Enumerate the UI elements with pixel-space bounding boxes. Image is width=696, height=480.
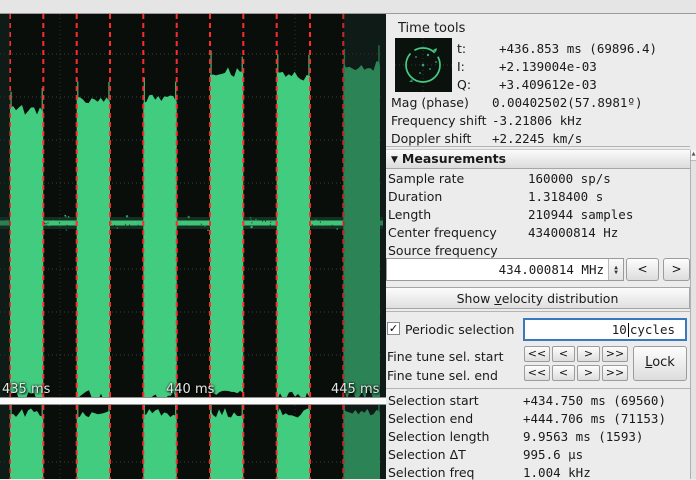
selection-delta-t-label: Selection ΔT bbox=[388, 447, 466, 462]
fine-tune-end-fast-left-button[interactable]: << bbox=[524, 365, 550, 381]
button-label-part: Show bbox=[457, 291, 495, 306]
panel-splitter[interactable] bbox=[0, 397, 386, 405]
fine-tune-end-right-button[interactable]: > bbox=[577, 365, 600, 381]
q-value: +3.409612e-03 bbox=[499, 77, 597, 92]
doppler-shift-value: +2.2245 km/s bbox=[492, 131, 582, 146]
button-mnemonic: v bbox=[494, 291, 501, 306]
fine-tune-start-label: Fine tune sel. start bbox=[387, 349, 504, 364]
fine-tune-start-left-button[interactable]: < bbox=[552, 346, 575, 362]
selection-end-value: +444.706 ms (71153) bbox=[523, 411, 666, 426]
cycles-input[interactable]: 10 cycles bbox=[523, 318, 687, 341]
doppler-shift-label: Doppler shift bbox=[391, 131, 471, 146]
waveform-area: 435 ms 440 ms 445 ms bbox=[0, 14, 386, 479]
selection-start-label: Selection start bbox=[388, 393, 479, 408]
sample-rate-value: 160000 sp/s bbox=[528, 171, 611, 186]
frequency-shift-label: Frequency shift bbox=[391, 113, 487, 128]
frequency-shift-value: -3.21806 kHz bbox=[492, 113, 582, 128]
lock-button[interactable]: Lock bbox=[633, 346, 687, 381]
button-label-part: elocity distribution bbox=[502, 291, 619, 306]
selection-length-label: Selection length bbox=[388, 429, 489, 444]
measurements-section-header[interactable]: ▼ Measurements bbox=[386, 149, 690, 169]
selection-length-value: 9.9563 ms (1593) bbox=[523, 429, 643, 444]
spinner-arrows-icon[interactable]: ▲ ▼ bbox=[608, 259, 623, 280]
duration-value: 1.318400 s bbox=[528, 189, 603, 204]
show-velocity-distribution-button[interactable]: Show velocity distribution bbox=[386, 287, 690, 309]
frequency-next-button[interactable]: > bbox=[663, 258, 690, 281]
collapse-arrow-icon: ▼ bbox=[391, 155, 398, 165]
i-value: +2.139004e-03 bbox=[499, 59, 597, 74]
length-label: Length bbox=[388, 207, 431, 222]
time-axis-label: 435 ms bbox=[2, 382, 50, 397]
spin-down-icon[interactable]: ▼ bbox=[614, 270, 618, 275]
separator bbox=[386, 388, 690, 389]
q-label: Q: bbox=[457, 77, 471, 92]
fine-tune-end-fast-right-button[interactable]: >> bbox=[602, 365, 628, 381]
window-top-strip bbox=[0, 0, 696, 14]
waveform-panel-main[interactable]: 435 ms 440 ms 445 ms bbox=[0, 14, 386, 397]
frequency-prev-button[interactable]: < bbox=[626, 258, 659, 281]
separator bbox=[386, 146, 690, 147]
text-cursor bbox=[628, 323, 629, 337]
center-frequency-label: Center frequency bbox=[388, 225, 497, 240]
periodic-selection-checkbox[interactable]: ✓ bbox=[387, 322, 400, 335]
sample-rate-label: Sample rate bbox=[388, 171, 464, 186]
fine-tune-start-fast-left-button[interactable]: << bbox=[524, 346, 550, 362]
length-value: 210944 samples bbox=[528, 207, 633, 222]
time-axis-label: 440 ms bbox=[166, 382, 214, 397]
selection-freq-value: 1.004 kHz bbox=[523, 465, 591, 480]
fine-tune-end-label: Fine tune sel. end bbox=[387, 368, 498, 383]
separator bbox=[386, 311, 690, 312]
selection-delta-t-value: 995.6 µs bbox=[523, 447, 583, 462]
waveform-panel-secondary[interactable] bbox=[0, 405, 386, 479]
mag-phase-label: Mag (phase) bbox=[391, 95, 469, 110]
fine-tune-start-right-button[interactable]: > bbox=[577, 346, 600, 362]
panel-scrollbar[interactable]: ▲ bbox=[690, 150, 696, 479]
i-label: I: bbox=[457, 59, 465, 74]
checkmark-icon: ✓ bbox=[389, 322, 398, 335]
time-axis-label: 445 ms bbox=[331, 382, 379, 397]
iq-constellation-display bbox=[395, 38, 452, 92]
sigdigger-time-window: { "time_tools": { "title": "Time tools",… bbox=[0, 0, 696, 479]
center-frequency-value: 434000814 Hz bbox=[528, 225, 618, 240]
periodic-selection-label: Periodic selection bbox=[405, 322, 514, 337]
selection-end-label: Selection end bbox=[388, 411, 473, 426]
t-value: +436.853 ms (69896.4) bbox=[499, 41, 657, 56]
fine-tune-start-fast-right-button[interactable]: >> bbox=[602, 346, 628, 362]
mag-phase-value: 0.00402502(57.8981º) bbox=[492, 95, 643, 110]
frequency-spinbox-value[interactable]: 434.000814 MHz bbox=[387, 262, 608, 277]
selection-start-value: +434.750 ms (69560) bbox=[523, 393, 666, 408]
cycles-suffix: cycles bbox=[630, 322, 675, 337]
button-label-part: ock bbox=[652, 355, 675, 370]
source-frequency-label: Source frequency bbox=[388, 243, 498, 258]
scroll-up-icon[interactable]: ▲ bbox=[691, 150, 696, 161]
selection-freq-label: Selection freq bbox=[388, 465, 474, 480]
frequency-spinbox[interactable]: 434.000814 MHz ▲ ▼ bbox=[386, 258, 624, 281]
t-label: t: bbox=[457, 41, 466, 56]
cycles-value: 10 bbox=[612, 322, 627, 337]
section-title-time-tools: Time tools bbox=[398, 21, 465, 36]
duration-label: Duration bbox=[388, 189, 442, 204]
time-tools-panel: Time tools t: +436.853 ms (69896.4) I: +… bbox=[386, 14, 696, 479]
measurements-title: Measurements bbox=[402, 151, 506, 166]
fine-tune-end-left-button[interactable]: < bbox=[552, 365, 575, 381]
